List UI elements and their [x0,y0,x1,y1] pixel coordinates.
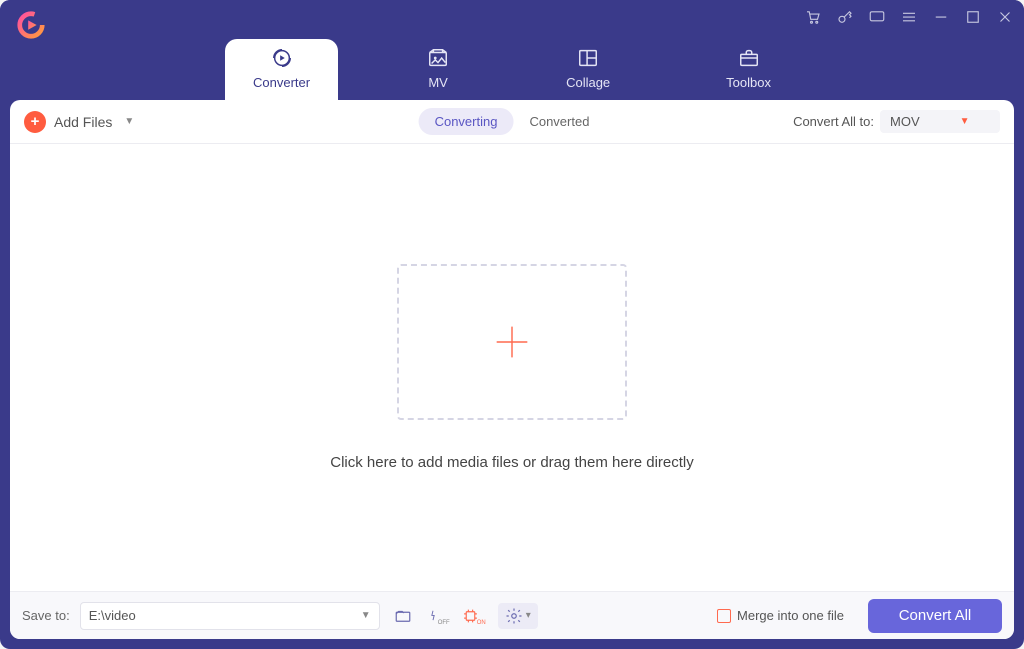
convert-all-to-label: Convert All to: [793,114,874,129]
minimize-icon[interactable] [932,8,950,26]
window-controls [804,8,1014,26]
tab-label: Toolbox [726,75,771,90]
chevron-down-icon: ▼ [960,116,970,127]
tab-converter[interactable]: Converter [225,39,338,100]
convert-all-to: Convert All to: MOV ▼ [793,110,1000,133]
checkbox-icon [717,609,731,623]
merge-checkbox[interactable]: Merge into one file [717,608,844,623]
gpu-acceleration-toggle[interactable]: ON [462,603,488,629]
app-logo [16,10,46,40]
merge-label: Merge into one file [737,608,844,623]
add-files-label: Add Files [54,114,112,130]
plus-icon [489,319,535,365]
tab-label: MV [428,75,448,90]
format-selected-value: MOV [890,114,920,129]
footer: Save to: E:\video ▼ OFF ON ▾ [10,591,1014,639]
output-format-select[interactable]: MOV ▼ [880,110,1000,133]
save-path-value: E:\video [89,608,136,623]
tab-label: Converter [253,75,310,90]
content-panel: + Add Files ▼ Converting Converted Conve… [10,100,1014,639]
subtab-converting[interactable]: Converting [419,108,514,135]
maximize-icon[interactable] [964,8,982,26]
add-files-button[interactable]: + Add Files ▼ [24,111,134,133]
settings-button[interactable]: ▾ [498,603,538,629]
app-window: Converter MV Collage Toolbox + Add Files… [0,0,1024,649]
feedback-icon[interactable] [868,8,886,26]
tab-label: Collage [566,75,610,90]
convert-all-button[interactable]: Convert All [868,599,1002,633]
cart-icon[interactable] [804,8,822,26]
dropzone-area: Click here to add media files or drag th… [10,144,1014,591]
chevron-down-icon: ▼ [124,116,134,127]
subtab-converted[interactable]: Converted [513,108,605,135]
high-speed-toggle[interactable]: OFF [426,603,452,629]
chevron-down-icon: ▾ [526,610,531,621]
key-icon[interactable] [836,8,854,26]
sub-tabs: Converting Converted [419,108,606,135]
tab-mv[interactable]: MV [398,39,478,100]
tab-collage[interactable]: Collage [538,39,638,100]
tab-toolbox[interactable]: Toolbox [698,39,799,100]
plus-icon: + [24,111,46,133]
save-to-label: Save to: [22,608,70,623]
titlebar: Converter MV Collage Toolbox [0,0,1024,100]
main-tabs: Converter MV Collage Toolbox [0,38,1024,100]
save-path-select[interactable]: E:\video ▼ [80,602,380,630]
toolbar: + Add Files ▼ Converting Converted Conve… [10,100,1014,144]
close-icon[interactable] [996,8,1014,26]
dropzone-hint: Click here to add media files or drag th… [330,454,694,471]
chevron-down-icon: ▼ [361,610,371,621]
open-folder-button[interactable] [390,603,416,629]
menu-icon[interactable] [900,8,918,26]
add-files-dropzone[interactable] [397,264,627,420]
